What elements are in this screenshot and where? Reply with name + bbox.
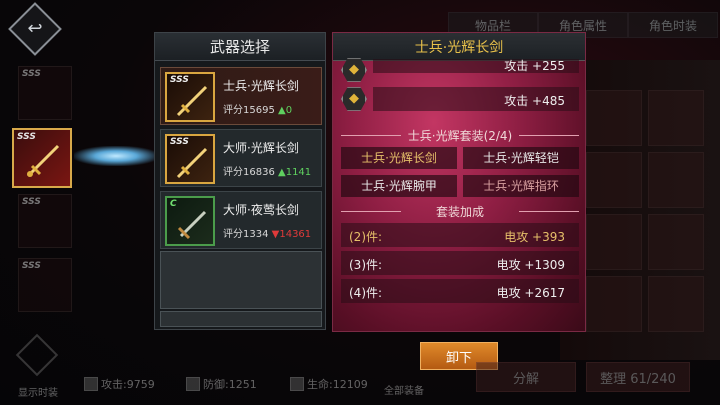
bonus-row: (3)件: 电攻 +1309 [341, 251, 579, 275]
attack-stat-icon: ◆ [341, 87, 367, 111]
weapon-select-panel: 武器选择 SSS 士兵·光辉长剑 评分15695 ▲0 SSS 大师·光辉长剑 … [154, 32, 326, 330]
weapon-icon: SSS [165, 72, 215, 122]
attack-stat: 攻击:9759 [84, 376, 155, 392]
set-piece[interactable]: 士兵·光辉长剑 [341, 147, 457, 169]
equip-slot[interactable]: SSS [18, 258, 72, 312]
tab-character-fashion[interactable]: 角色时装 [628, 12, 718, 38]
detail-title: 士兵·光辉长剑 [333, 33, 585, 61]
show-fashion-label[interactable]: 显示时装 [18, 384, 58, 399]
up-arrow-icon: ▲ [278, 167, 286, 178]
up-arrow-icon: ▲ [278, 105, 286, 116]
inventory-slot[interactable] [648, 90, 704, 146]
equip-slot-weapon-selected[interactable]: SSS [12, 128, 72, 188]
sword-icon [177, 210, 207, 240]
set-piece[interactable]: 士兵·光辉腕甲 [341, 175, 457, 197]
inventory-slot[interactable] [648, 152, 704, 208]
defense-stat: 防御:1251 [186, 376, 257, 392]
sword-stat-icon [84, 377, 98, 391]
decompose-button[interactable]: 分解 [476, 362, 576, 392]
bonus-row: (4)件: 电攻 +2617 [341, 279, 579, 303]
stat-row: 攻击 +255 [373, 59, 579, 73]
selection-beam [74, 146, 158, 166]
organize-button[interactable]: 整理 61/240 [586, 362, 690, 392]
weapon-card-empty [160, 311, 322, 327]
inventory-slot[interactable] [586, 152, 642, 208]
weapon-card[interactable]: C 大师·夜莺长剑 评分1334 ▼14361 [160, 191, 322, 249]
shield-stat-icon [186, 377, 200, 391]
inventory-slot[interactable] [586, 90, 642, 146]
equip-slot[interactable]: SSS [18, 66, 72, 120]
inventory-slot[interactable] [648, 276, 704, 332]
stat-row: 攻击 +485 [373, 87, 579, 111]
set-bonus-title: 套装加成 [333, 203, 587, 220]
sword-icon [176, 147, 208, 179]
weapon-icon: SSS [165, 134, 215, 184]
set-piece[interactable]: 士兵·光辉轻铠 [463, 147, 579, 169]
inventory-slot[interactable] [648, 214, 704, 270]
set-title: 士兵·光辉套装(2/4) [333, 127, 587, 144]
weapon-icon: C [165, 196, 215, 246]
back-arrow-icon: ↩ [27, 18, 43, 39]
weapon-card[interactable]: SSS 士兵·光辉长剑 评分15695 ▲0 [160, 67, 322, 125]
set-piece[interactable]: 士兵·光辉指环 [463, 175, 579, 197]
sword-icon [26, 144, 60, 178]
all-equip-label[interactable]: 全部装备 [384, 382, 424, 397]
weapon-name: 大师·光辉长剑 [223, 141, 299, 155]
score-delta: 1141 [285, 167, 312, 178]
sword-icon [176, 85, 208, 117]
weapon-name: 大师·夜莺长剑 [223, 203, 299, 217]
weapon-select-title: 武器选择 [155, 33, 325, 61]
weapon-score: 评分1334 ▼14361 [223, 229, 312, 240]
weapon-card-empty [160, 251, 322, 309]
equip-slot[interactable]: SSS [18, 194, 72, 248]
score-delta: 0 [285, 105, 293, 116]
bonus-row: (2)件: 电攻 +393 [341, 223, 579, 247]
weapon-card[interactable]: SSS 大师·光辉长剑 评分16836 ▲1141 [160, 129, 322, 187]
weapon-detail-panel: 士兵·光辉长剑 ◆ 攻击 +255 ◆ 攻击 +485 士兵·光辉套装(2/4)… [332, 32, 586, 332]
weapon-name: 士兵·光辉长剑 [223, 79, 299, 93]
heart-stat-icon [290, 377, 304, 391]
score-delta: 14361 [279, 229, 312, 240]
life-stat: 生命:12109 [290, 376, 368, 392]
inventory-slot[interactable] [586, 276, 642, 332]
inventory-slot[interactable] [586, 214, 642, 270]
weapon-score: 评分15695 ▲0 [223, 105, 293, 116]
weapon-score: 评分16836 ▲1141 [223, 167, 312, 178]
